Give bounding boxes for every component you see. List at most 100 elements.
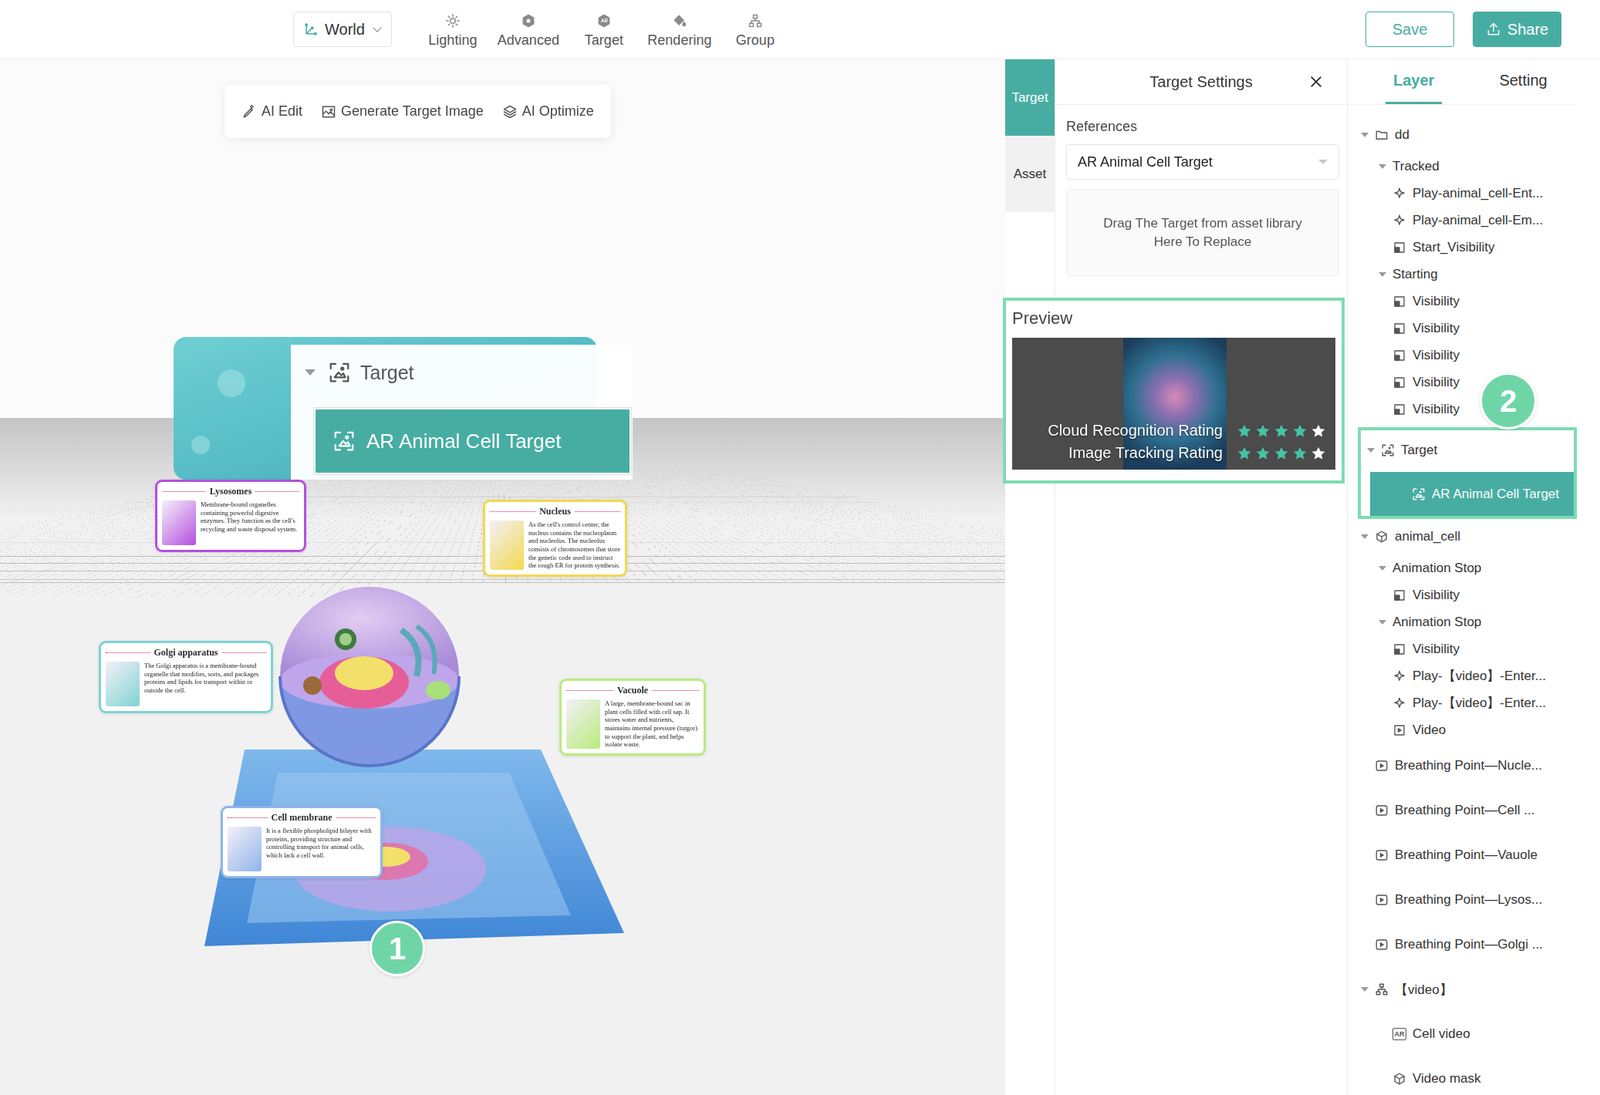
layer-label[interactable]: Target xyxy=(1400,442,1438,459)
layer-row[interactable]: AR Animal Cell Target xyxy=(1370,472,1574,517)
info-card[interactable]: VacuoleA large, membrane-bound sac in pl… xyxy=(559,678,706,757)
expand-arrow-icon[interactable] xyxy=(1363,445,1375,456)
layer-row[interactable]: dd xyxy=(1347,117,1577,153)
expand-arrow-icon[interactable] xyxy=(1357,939,1369,951)
layer-label[interactable]: Play-【video】-Enter... xyxy=(1412,694,1546,713)
layer-row[interactable]: Visibility xyxy=(1347,341,1577,369)
tool-button[interactable]: Target xyxy=(566,10,642,49)
layer-label[interactable]: Animation Stop xyxy=(1392,560,1482,577)
tool-button[interactable]: Rendering xyxy=(641,10,718,49)
callout-child-row[interactable]: AR Animal Cell Target xyxy=(313,408,632,475)
layer-row[interactable]: Target xyxy=(1360,430,1574,471)
layer-label[interactable]: animal_cell xyxy=(1394,529,1461,545)
save-button[interactable]: Save xyxy=(1365,11,1455,48)
layer-row[interactable]: Start_Visibility xyxy=(1347,233,1577,261)
layer-row[interactable]: Video mask xyxy=(1347,1056,1577,1095)
layer-row[interactable]: Video xyxy=(1347,716,1577,744)
tool-button[interactable]: Advanced xyxy=(490,10,567,49)
layer-label[interactable]: Start_Visibility xyxy=(1412,239,1495,256)
layer-row[interactable]: ARCell video xyxy=(1347,1012,1577,1057)
ai-tool-button[interactable]: AI Edit xyxy=(241,103,303,120)
tool-label[interactable]: Lighting xyxy=(428,32,477,49)
layer-row[interactable]: Play-animal_cell-Em... xyxy=(1347,206,1577,234)
expand-arrow-icon[interactable] xyxy=(1375,563,1387,574)
layer-label[interactable]: Play-【video】-Enter... xyxy=(1412,667,1546,686)
layer-row[interactable]: Breathing Point—Vauole xyxy=(1347,833,1577,878)
tool-label[interactable]: Target xyxy=(584,32,624,49)
save-label[interactable]: Save xyxy=(1392,20,1428,39)
callout-child-label[interactable]: AR Animal Cell Target xyxy=(366,429,561,454)
layer-label[interactable]: Cell video xyxy=(1412,1026,1471,1043)
layer-row[interactable]: 【video】 xyxy=(1347,967,1577,1013)
layer-label[interactable]: Breathing Point—Vauole xyxy=(1394,847,1538,864)
layer-label[interactable]: Visibility xyxy=(1412,320,1460,337)
layer-label[interactable]: Breathing Point—Nucle... xyxy=(1394,758,1543,774)
layer-row[interactable]: Visibility xyxy=(1347,635,1577,663)
layer-label[interactable]: Breathing Point—Lysos... xyxy=(1394,892,1543,909)
layer-label[interactable]: Video mask xyxy=(1412,1071,1482,1087)
close-icon[interactable] xyxy=(1308,74,1324,90)
layer-label[interactable]: Visibility xyxy=(1412,401,1460,418)
drop-zone[interactable]: Drag The Target from asset libraryHere T… xyxy=(1066,189,1340,277)
expand-arrow-icon[interactable] xyxy=(1394,489,1406,500)
tool-button[interactable]: Lighting xyxy=(415,10,491,49)
layer-row[interactable]: Tracked xyxy=(1347,152,1577,180)
expand-arrow-icon[interactable] xyxy=(1357,894,1369,906)
expand-arrow-icon[interactable] xyxy=(1357,850,1369,861)
reference-dropdown[interactable]: AR Animal Cell Target xyxy=(1066,144,1340,180)
layer-label[interactable]: Breathing Point—Cell ... xyxy=(1394,803,1535,819)
layer-row[interactable]: Play-【video】-Enter... xyxy=(1347,689,1577,717)
layer-row[interactable]: Play-【video】-Enter... xyxy=(1347,662,1577,690)
layer-label[interactable]: dd xyxy=(1394,127,1410,143)
reference-value[interactable]: AR Animal Cell Target xyxy=(1077,154,1213,171)
expand-arrow-icon[interactable] xyxy=(1357,129,1369,141)
layer-row[interactable]: Animation Stop xyxy=(1347,608,1577,636)
expand-arrow-icon[interactable] xyxy=(1375,269,1387,281)
layer-row[interactable]: Play-animal_cell-Ent... xyxy=(1347,179,1577,207)
layer-row[interactable]: animal_cell xyxy=(1347,519,1577,555)
layer-row[interactable]: Visibility xyxy=(1347,395,1577,423)
layer-row[interactable]: Breathing Point—Golgi ... xyxy=(1347,922,1577,968)
expand-arrow-icon[interactable] xyxy=(1375,617,1387,628)
ai-tool-label[interactable]: AI Optimize xyxy=(522,103,595,120)
layer-label[interactable]: Visibility xyxy=(1412,641,1460,658)
ai-tool-label[interactable]: Generate Target Image xyxy=(340,103,484,120)
side-tab[interactable]: Target xyxy=(1005,59,1055,136)
layer-label[interactable]: Breathing Point—Golgi ... xyxy=(1394,937,1543,953)
layer-label[interactable]: Animation Stop xyxy=(1392,614,1482,631)
expand-arrow-icon[interactable] xyxy=(1375,1029,1387,1040)
expand-arrow-icon[interactable] xyxy=(301,367,319,379)
world-dropdown[interactable]: World xyxy=(293,11,392,48)
layer-label[interactable]: Play-animal_cell-Ent... xyxy=(1412,185,1543,202)
layer-label[interactable]: 【video】 xyxy=(1394,981,1453,1000)
tool-label[interactable]: Group xyxy=(735,32,775,49)
layer-tab[interactable]: Setting xyxy=(1491,59,1555,105)
layer-tab-label[interactable]: Layer xyxy=(1393,71,1435,90)
info-card[interactable]: LysosomesMembrane-bound organelles conta… xyxy=(155,479,307,553)
callout-parent-label[interactable]: Target xyxy=(360,361,414,385)
tool-label[interactable]: Advanced xyxy=(497,32,560,49)
info-card[interactable]: NucleusAs the cell's control center, the… xyxy=(482,499,628,578)
ai-tool-button[interactable]: Generate Target Image xyxy=(320,103,484,120)
world-label[interactable]: World xyxy=(324,20,365,39)
layer-row[interactable]: Breathing Point—Nucle... xyxy=(1347,743,1577,789)
scene-viewport[interactable]: AI Edit Generate Target Image AI Optimize L… xyxy=(0,59,1006,1095)
cell-model[interactable] xyxy=(0,59,1006,1095)
layer-label[interactable]: Visibility xyxy=(1412,347,1460,364)
layer-row[interactable]: Animation Stop xyxy=(1347,554,1577,582)
expand-arrow-icon[interactable] xyxy=(1357,805,1369,817)
layer-label[interactable]: Visibility xyxy=(1412,587,1460,604)
info-card[interactable]: Golgi apparatusThe Golgi apparatus is a … xyxy=(98,641,274,714)
share-label[interactable]: Share xyxy=(1507,20,1549,39)
expand-arrow-icon[interactable] xyxy=(1375,161,1387,173)
layer-label[interactable]: AR Animal Cell Target xyxy=(1431,486,1560,503)
expand-arrow-icon[interactable] xyxy=(1357,984,1369,996)
expand-arrow-icon[interactable] xyxy=(1357,760,1369,772)
layer-label[interactable]: Starting xyxy=(1392,266,1438,283)
layer-label[interactable]: Play-animal_cell-Em... xyxy=(1412,212,1543,229)
side-tab[interactable]: Asset xyxy=(1005,135,1055,213)
layer-label[interactable]: Tracked xyxy=(1392,158,1440,175)
layer-label[interactable]: Visibility xyxy=(1412,293,1460,310)
side-tab-label[interactable]: Asset xyxy=(1013,166,1047,183)
callout-parent-row[interactable]: Target xyxy=(301,355,633,390)
